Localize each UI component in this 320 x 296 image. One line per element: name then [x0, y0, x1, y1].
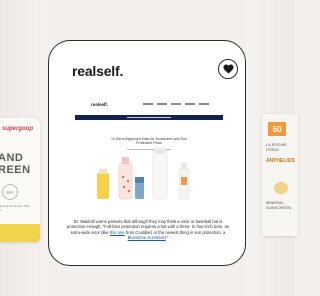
product-graphic — [274, 182, 288, 194]
product-fine-print: Mineral Sunscreen SPF 30 — [0, 204, 30, 212]
logo-dot: . — [119, 63, 124, 79]
carousel-item-previous[interactable]: supergoop AND REEN SPF Mineral Sunscreen… — [0, 118, 40, 242]
realself-logo: realself. — [72, 63, 123, 79]
product-lineup — [97, 148, 190, 200]
pin-card[interactable]: realself. realself. 13 Derm Approved Hat… — [48, 40, 246, 266]
article-screenshot[interactable]: realself. 13 Derm Approved Hats for Suns… — [75, 97, 223, 213]
logo-text: realself — [72, 63, 120, 79]
product-name: ANTHELIOS — [266, 158, 295, 164]
caption-link-bluestone[interactable]: Bluestone Sunshield — [128, 235, 166, 240]
product-brand: supergoop — [2, 126, 33, 132]
product-band — [0, 224, 40, 242]
caption-text-3: .” — [165, 235, 169, 241]
product-brand: LA ROCHE-POSAY — [266, 142, 288, 152]
product-headline: AND REEN — [0, 152, 31, 176]
spf-badge: 50 — [268, 122, 286, 136]
caption-link-this-one[interactable]: this one — [110, 230, 125, 235]
heart-icon — [223, 64, 233, 74]
product-detail: MINERAL SUNSCREEN — [266, 200, 292, 210]
favorite-button[interactable] — [218, 59, 238, 79]
article-caption: Dr. Waldorf warns patients that although… — [65, 219, 231, 241]
spf-badge: SPF — [2, 184, 18, 200]
caption-text-2: from Coolibar) or the newest thing in su… — [124, 229, 226, 235]
product-headline-line1: AND — [0, 152, 24, 164]
product-headline-line2: REEN — [0, 164, 31, 176]
carousel-item-next[interactable]: 50 LA ROCHE-POSAY ANTHELIOS MINERAL SUNS… — [262, 114, 298, 236]
